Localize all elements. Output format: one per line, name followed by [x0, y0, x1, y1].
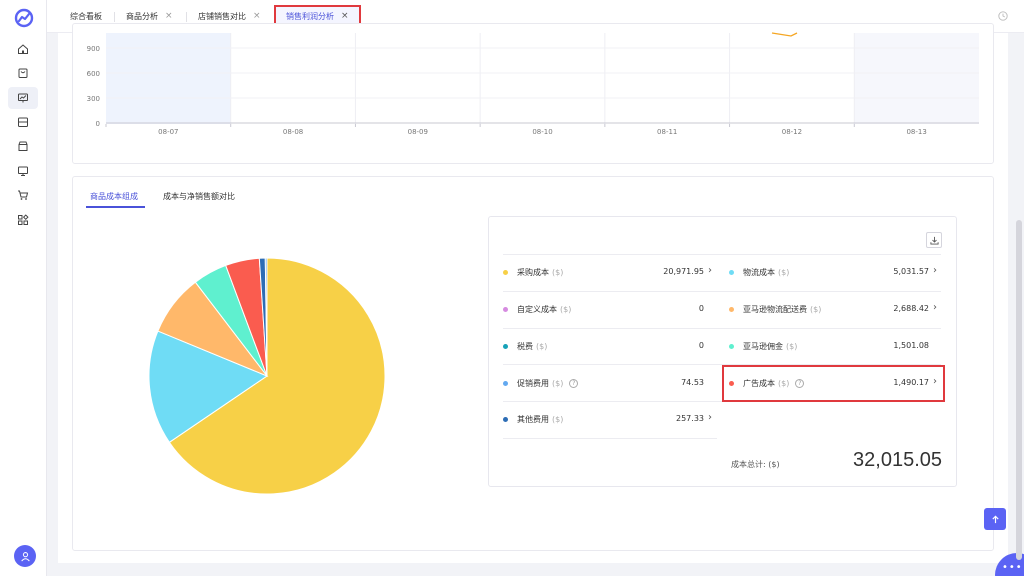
cost-value: 74.53 — [681, 378, 704, 387]
row-divider — [503, 254, 941, 255]
cost-row-label: 采购成本 ($) — [503, 262, 563, 282]
legend-dot — [729, 343, 734, 349]
cost-pie-chart — [148, 257, 386, 495]
highlight-column — [106, 33, 231, 124]
help-icon[interactable]: ? — [569, 378, 579, 388]
row-divider — [503, 328, 941, 329]
chevron-right-icon[interactable]: › — [933, 265, 937, 276]
cost-row-label: 亚马逊物流配送费 ($) — [729, 299, 821, 319]
arrow-up-icon — [991, 515, 999, 523]
legend-dot — [503, 380, 508, 386]
monitor-icon — [18, 166, 28, 176]
cost-row-label: 亚马逊佣金 ($) — [729, 336, 797, 356]
cost-value: 1,501.08 — [893, 341, 929, 350]
user-avatar[interactable] — [14, 545, 36, 567]
cost-label: 自定义成本 — [517, 304, 557, 314]
chevron-right-icon[interactable]: › — [933, 302, 937, 313]
cost-value: 257.33 — [676, 414, 704, 423]
cost-row-label: 物流成本 ($) — [729, 262, 789, 282]
cost-unit: ($) — [786, 341, 798, 351]
legend-dot — [729, 269, 734, 275]
cost-label: 采购成本 — [517, 267, 549, 277]
chevron-right-icon[interactable]: › — [708, 412, 712, 423]
tab-cost-composition[interactable]: 商品成本组成 — [90, 191, 138, 202]
scrollbar[interactable] — [1016, 220, 1022, 560]
tab-cost-vs-sales[interactable]: 成本与净销售额对比 — [163, 191, 235, 202]
cost-value: 0 — [698, 341, 704, 350]
trend-line-series — [771, 32, 798, 37]
cost-value: 20,971.95 — [663, 267, 704, 276]
cost-unit: ($) — [536, 341, 548, 351]
cost-unit: ($) — [552, 378, 564, 388]
cost-unit: ($) — [778, 267, 790, 277]
x-tick-label: 08-08 — [283, 128, 303, 136]
legend-dot — [503, 343, 508, 349]
x-tick-label: 08-07 — [158, 128, 178, 136]
sidebar-item-cart[interactable] — [8, 184, 38, 206]
y-tick-label: 0 — [96, 120, 100, 128]
cost-label: 物流成本 — [743, 267, 775, 277]
row-divider — [503, 291, 941, 292]
legend-dot — [503, 269, 508, 275]
cost-row-label: 促销费用 ($)? — [503, 373, 579, 393]
y-tick-label: 900 — [87, 45, 100, 53]
cost-value: 5,031.57 — [893, 267, 929, 276]
scroll-to-top-button[interactable] — [984, 508, 1006, 530]
more-icon: ••• — [1002, 562, 1023, 573]
sidebar-item-apps[interactable] — [8, 209, 38, 231]
x-tick-label: 08-10 — [532, 128, 552, 136]
ad-cost-highlight — [722, 365, 945, 402]
cost-row-label: 自定义成本 ($) — [503, 299, 571, 319]
apps-icon — [18, 214, 29, 225]
cost-label: 亚马逊佣金 — [743, 341, 783, 351]
shaded-column — [854, 33, 979, 124]
cost-value: 2,688.42 — [893, 304, 929, 313]
download-icon — [929, 236, 939, 245]
cart-icon — [18, 190, 29, 200]
cost-value: 0 — [698, 304, 704, 313]
y-tick-label: 600 — [87, 70, 100, 78]
download-button[interactable] — [926, 232, 942, 248]
trend-chart: 900 600 300 0 08-07 08-08 08-09 08-10 08-11 08-12… — [87, 32, 979, 136]
y-tick-label: 300 — [87, 95, 100, 103]
chevron-right-icon[interactable]: › — [708, 265, 712, 276]
cost-label: 其他费用 — [517, 414, 549, 424]
x-tick-label: 08-11 — [657, 128, 677, 136]
cost-label: 促销费用 — [517, 378, 549, 388]
trend-chart-grid — [106, 33, 979, 124]
sidebar-item-monitor[interactable] — [8, 160, 38, 182]
cost-unit: ($) — [810, 304, 822, 314]
cost-unit: ($) — [560, 304, 572, 314]
cost-table-panel — [488, 216, 957, 487]
x-tick-label: 08-12 — [782, 128, 802, 136]
cost-label: 亚马逊物流配送费 — [743, 304, 807, 314]
legend-dot — [729, 306, 734, 312]
legend-dot — [503, 306, 508, 312]
x-tick-label: 08-09 — [408, 128, 428, 136]
total-value: 32,015.05 — [853, 449, 942, 471]
cost-unit: ($) — [552, 267, 564, 277]
cost-row-label: 税费 ($) — [503, 336, 547, 356]
legend-dot — [503, 416, 508, 422]
cost-label: 税费 — [517, 341, 533, 351]
cost-unit: ($) — [552, 414, 564, 424]
cost-row-label: 其他费用 ($) — [503, 409, 563, 429]
active-tab-indicator — [86, 206, 145, 208]
user-icon — [20, 551, 30, 561]
row-divider — [503, 438, 717, 439]
x-tick-label: 08-13 — [906, 128, 926, 136]
